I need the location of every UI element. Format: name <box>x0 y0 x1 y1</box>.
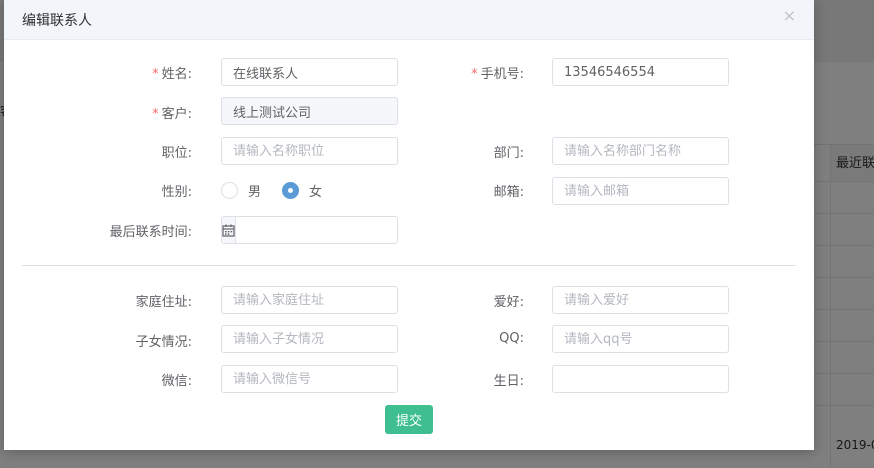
dialog-header: 编辑联系人 × <box>4 0 814 40</box>
last-contact-date-picker[interactable] <box>221 216 428 244</box>
form-divider <box>22 265 796 266</box>
birthday-input[interactable] <box>552 365 729 393</box>
birthday-label: 生日: <box>493 374 524 389</box>
address-input[interactable] <box>221 286 398 314</box>
qq-input[interactable] <box>552 325 729 353</box>
phone-label: * 手机号: <box>471 67 524 82</box>
radio-label-male: 男 <box>248 184 262 200</box>
name-label: * 姓名: <box>152 67 192 82</box>
calendar-icon[interactable] <box>222 217 236 243</box>
hobby-input[interactable] <box>552 286 729 314</box>
customer-label: * 客户: <box>152 107 192 122</box>
email-label: 邮箱: <box>493 185 524 200</box>
children-label: 子女情况: <box>135 335 192 350</box>
gender-radio-male[interactable]: 男 <box>221 180 261 200</box>
hobby-label: 爱好: <box>493 295 524 310</box>
name-input[interactable] <box>221 58 398 86</box>
last-contact-label: 最后联系时间: <box>109 225 192 240</box>
submit-button[interactable]: 提交 <box>385 405 433 434</box>
required-mark: * <box>152 107 159 122</box>
radio-circle[interactable] <box>221 181 238 199</box>
dialog-title: 编辑联系人 <box>22 13 92 29</box>
phone-input[interactable] <box>552 58 729 86</box>
radio-label-female: 女 <box>309 184 323 200</box>
qq-label: QQ: <box>499 331 524 346</box>
last-contact-input[interactable] <box>236 217 428 243</box>
customer-input <box>221 97 398 125</box>
children-input[interactable] <box>221 325 398 353</box>
wechat-label: 微信: <box>161 374 192 389</box>
department-input[interactable] <box>552 137 729 165</box>
wechat-input[interactable] <box>221 365 398 393</box>
address-label: 家庭住址: <box>135 295 192 310</box>
position-label: 职位: <box>161 146 192 161</box>
gender-radio-female[interactable]: 女 <box>282 180 322 200</box>
email-input[interactable] <box>552 177 729 205</box>
required-mark: * <box>471 67 478 82</box>
close-icon[interactable]: × <box>783 8 796 24</box>
position-input[interactable] <box>221 137 398 165</box>
required-mark: * <box>152 67 159 82</box>
gender-label: 性别: <box>161 185 192 200</box>
department-label: 部门: <box>493 146 524 161</box>
radio-circle-checked[interactable] <box>282 181 299 199</box>
